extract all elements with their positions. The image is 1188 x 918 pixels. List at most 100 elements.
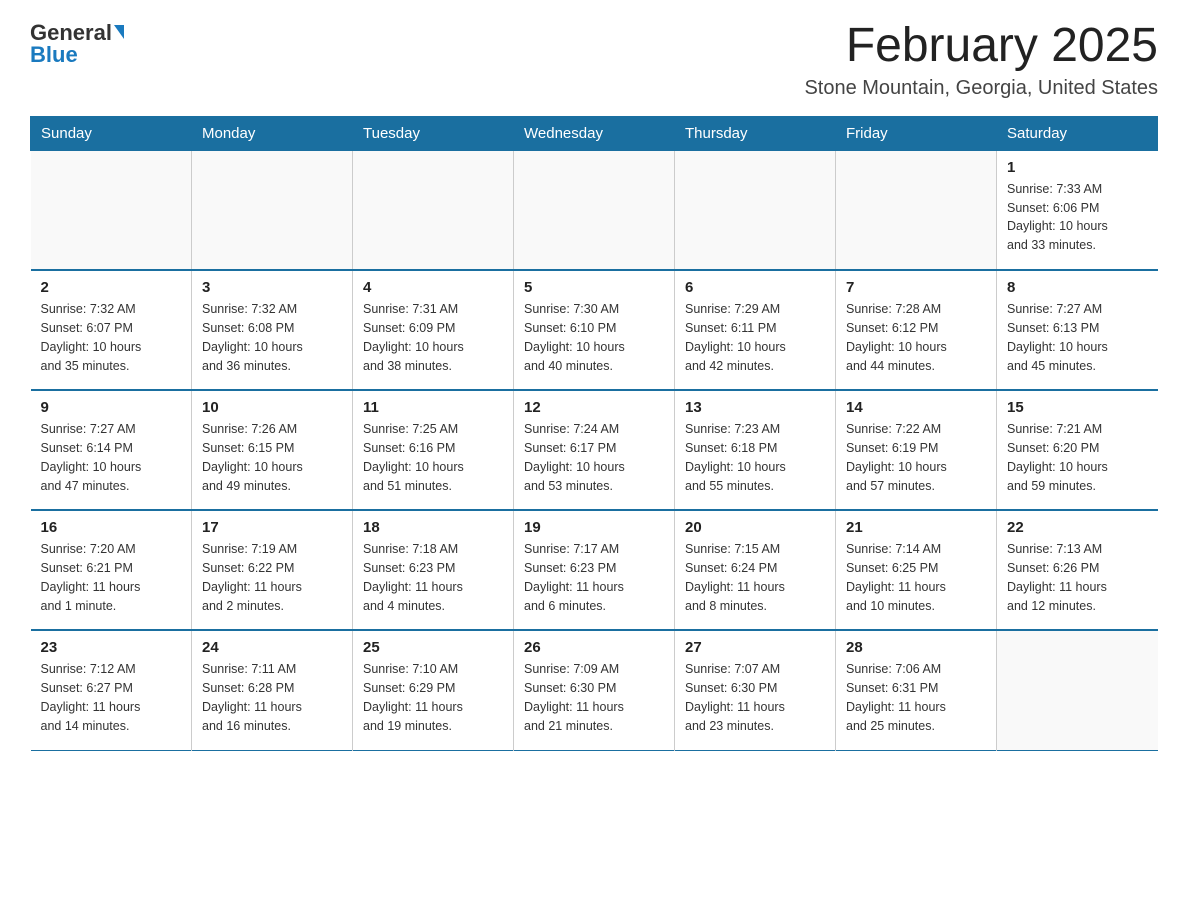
day-info: Sunrise: 7:12 AMSunset: 6:27 PMDaylight:… [41, 660, 182, 735]
day-number: 21 [846, 519, 986, 536]
day-number: 27 [685, 639, 825, 656]
day-info: Sunrise: 7:30 AMSunset: 6:10 PMDaylight:… [524, 300, 664, 375]
day-info: Sunrise: 7:19 AMSunset: 6:22 PMDaylight:… [202, 540, 342, 615]
calendar-week-row: 2 Sunrise: 7:32 AMSunset: 6:07 PMDaylight… [31, 270, 1158, 390]
day-number: 20 [685, 519, 825, 536]
day-number: 1 [1007, 159, 1148, 176]
table-row: 15 Sunrise: 7:21 AMSunset: 6:20 PMDayligh… [997, 390, 1158, 510]
day-info: Sunrise: 7:07 AMSunset: 6:30 PMDaylight:… [685, 660, 825, 735]
col-tuesday: Tuesday [353, 116, 514, 150]
table-row: 5 Sunrise: 7:30 AMSunset: 6:10 PMDaylight… [514, 270, 675, 390]
table-row: 25 Sunrise: 7:10 AMSunset: 6:29 PMDayligh… [353, 630, 514, 750]
day-number: 13 [685, 399, 825, 416]
table-row: 22 Sunrise: 7:13 AMSunset: 6:26 PMDayligh… [997, 510, 1158, 630]
day-number: 26 [524, 639, 664, 656]
table-row: 13 Sunrise: 7:23 AMSunset: 6:18 PMDayligh… [675, 390, 836, 510]
table-row: 28 Sunrise: 7:06 AMSunset: 6:31 PMDayligh… [836, 630, 997, 750]
day-info: Sunrise: 7:32 AMSunset: 6:07 PMDaylight:… [41, 300, 182, 375]
day-info: Sunrise: 7:33 AMSunset: 6:06 PMDaylight:… [1007, 180, 1148, 255]
day-info: Sunrise: 7:28 AMSunset: 6:12 PMDaylight:… [846, 300, 986, 375]
title-block: February 2025 Stone Mountain, Georgia, U… [804, 20, 1158, 100]
day-number: 7 [846, 279, 986, 296]
month-year-title: February 2025 [804, 20, 1158, 73]
col-sunday: Sunday [31, 116, 192, 150]
col-monday: Monday [192, 116, 353, 150]
page-header: General Blue February 2025 Stone Mountai… [30, 20, 1158, 100]
day-number: 11 [363, 399, 503, 416]
day-number: 23 [41, 639, 182, 656]
calendar-week-row: 23 Sunrise: 7:12 AMSunset: 6:27 PMDayligh… [31, 630, 1158, 750]
day-info: Sunrise: 7:13 AMSunset: 6:26 PMDaylight:… [1007, 540, 1148, 615]
day-number: 22 [1007, 519, 1148, 536]
day-number: 24 [202, 639, 342, 656]
table-row: 11 Sunrise: 7:25 AMSunset: 6:16 PMDayligh… [353, 390, 514, 510]
day-info: Sunrise: 7:29 AMSunset: 6:11 PMDaylight:… [685, 300, 825, 375]
table-row: 6 Sunrise: 7:29 AMSunset: 6:11 PMDaylight… [675, 270, 836, 390]
table-row: 26 Sunrise: 7:09 AMSunset: 6:30 PMDayligh… [514, 630, 675, 750]
table-row [997, 630, 1158, 750]
day-number: 28 [846, 639, 986, 656]
table-row [675, 150, 836, 270]
table-row: 17 Sunrise: 7:19 AMSunset: 6:22 PMDayligh… [192, 510, 353, 630]
table-row [836, 150, 997, 270]
day-number: 10 [202, 399, 342, 416]
day-info: Sunrise: 7:09 AMSunset: 6:30 PMDaylight:… [524, 660, 664, 735]
table-row: 21Sunrise: 7:14 AMSunset: 6:25 PMDayligh… [836, 510, 997, 630]
day-number: 19 [524, 519, 664, 536]
day-info: Sunrise: 7:18 AMSunset: 6:23 PMDaylight:… [363, 540, 503, 615]
table-row [514, 150, 675, 270]
logo-arrow-icon [114, 25, 124, 39]
col-friday: Friday [836, 116, 997, 150]
day-number: 18 [363, 519, 503, 536]
day-info: Sunrise: 7:23 AMSunset: 6:18 PMDaylight:… [685, 420, 825, 495]
table-row: 24 Sunrise: 7:11 AMSunset: 6:28 PMDayligh… [192, 630, 353, 750]
day-info: Sunrise: 7:06 AMSunset: 6:31 PMDaylight:… [846, 660, 986, 735]
day-info: Sunrise: 7:22 AMSunset: 6:19 PMDaylight:… [846, 420, 986, 495]
day-number: 17 [202, 519, 342, 536]
day-info: Sunrise: 7:15 AMSunset: 6:24 PMDaylight:… [685, 540, 825, 615]
day-info: Sunrise: 7:27 AMSunset: 6:13 PMDaylight:… [1007, 300, 1148, 375]
day-info: Sunrise: 7:17 AMSunset: 6:23 PMDaylight:… [524, 540, 664, 615]
location-subtitle: Stone Mountain, Georgia, United States [804, 77, 1158, 100]
day-number: 14 [846, 399, 986, 416]
day-number: 5 [524, 279, 664, 296]
table-row: 7 Sunrise: 7:28 AMSunset: 6:12 PMDaylight… [836, 270, 997, 390]
col-thursday: Thursday [675, 116, 836, 150]
table-row: 27 Sunrise: 7:07 AMSunset: 6:30 PMDayligh… [675, 630, 836, 750]
table-row: 3Sunrise: 7:32 AMSunset: 6:08 PMDaylight… [192, 270, 353, 390]
day-info: Sunrise: 7:24 AMSunset: 6:17 PMDaylight:… [524, 420, 664, 495]
day-number: 25 [363, 639, 503, 656]
calendar-table: Sunday Monday Tuesday Wednesday Thursday… [30, 116, 1158, 751]
table-row: 9Sunrise: 7:27 AMSunset: 6:14 PMDaylight… [31, 390, 192, 510]
table-row [192, 150, 353, 270]
day-number: 15 [1007, 399, 1148, 416]
table-row [353, 150, 514, 270]
day-number: 16 [41, 519, 182, 536]
day-info: Sunrise: 7:26 AMSunset: 6:15 PMDaylight:… [202, 420, 342, 495]
col-saturday: Saturday [997, 116, 1158, 150]
day-number: 2 [41, 279, 182, 296]
table-row: 16 Sunrise: 7:20 AMSunset: 6:21 PMDayligh… [31, 510, 192, 630]
day-number: 4 [363, 279, 503, 296]
day-info: Sunrise: 7:21 AMSunset: 6:20 PMDaylight:… [1007, 420, 1148, 495]
day-info: Sunrise: 7:25 AMSunset: 6:16 PMDaylight:… [363, 420, 503, 495]
table-row: 23 Sunrise: 7:12 AMSunset: 6:27 PMDayligh… [31, 630, 192, 750]
table-row: 8Sunrise: 7:27 AMSunset: 6:13 PMDaylight… [997, 270, 1158, 390]
table-row [31, 150, 192, 270]
table-row: 19 Sunrise: 7:17 AMSunset: 6:23 PMDayligh… [514, 510, 675, 630]
calendar-week-row: 9Sunrise: 7:27 AMSunset: 6:14 PMDaylight… [31, 390, 1158, 510]
day-info: Sunrise: 7:10 AMSunset: 6:29 PMDaylight:… [363, 660, 503, 735]
day-number: 6 [685, 279, 825, 296]
col-wednesday: Wednesday [514, 116, 675, 150]
calendar-header-row: Sunday Monday Tuesday Wednesday Thursday… [31, 116, 1158, 150]
day-number: 12 [524, 399, 664, 416]
table-row: 10 Sunrise: 7:26 AMSunset: 6:15 PMDayligh… [192, 390, 353, 510]
day-info: Sunrise: 7:20 AMSunset: 6:21 PMDaylight:… [41, 540, 182, 615]
table-row: 1 Sunrise: 7:33 AMSunset: 6:06 PMDaylight… [997, 150, 1158, 270]
day-info: Sunrise: 7:11 AMSunset: 6:28 PMDaylight:… [202, 660, 342, 735]
table-row: 18 Sunrise: 7:18 AMSunset: 6:23 PMDayligh… [353, 510, 514, 630]
table-row: 2 Sunrise: 7:32 AMSunset: 6:07 PMDaylight… [31, 270, 192, 390]
table-row: 20 Sunrise: 7:15 AMSunset: 6:24 PMDayligh… [675, 510, 836, 630]
table-row: 12 Sunrise: 7:24 AMSunset: 6:17 PMDayligh… [514, 390, 675, 510]
day-info: Sunrise: 7:32 AMSunset: 6:08 PMDaylight:… [202, 300, 342, 375]
